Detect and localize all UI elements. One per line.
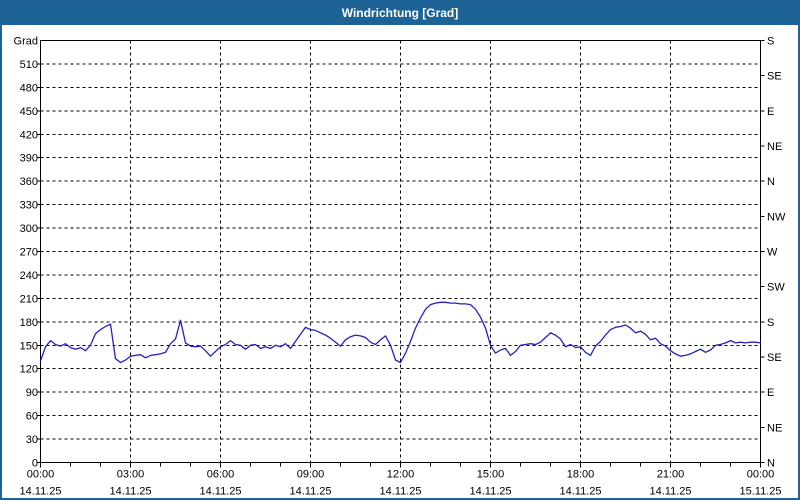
x-axis-time-label: 09:00 <box>297 469 325 481</box>
y-axis-tick-label: 150 <box>20 340 38 352</box>
x-axis-date-label: 14.11.25 <box>199 486 241 498</box>
x-axis-date-label: 14.11.25 <box>379 486 421 498</box>
x-axis-time-label: 18:00 <box>567 469 595 481</box>
y-axis-tick-label: 510 <box>20 59 38 71</box>
x-axis-time-label: 00:00 <box>27 469 55 481</box>
y-axis-tick-label: 90 <box>26 387 38 399</box>
x-axis-time-label: 21:00 <box>657 469 685 481</box>
compass-tick-label: S <box>767 36 774 48</box>
compass-tick-label: SW <box>767 282 785 294</box>
window-titlebar: Windrichtung [Grad] <box>2 2 798 25</box>
compass-tick-label: E <box>767 387 774 399</box>
chart-window: Windrichtung [Grad] 0 30 60 90 120 150 180 210 2… <box>0 0 800 500</box>
wind-direction-chart: 0306090120150180210240270300330360390420… <box>14 36 786 498</box>
compass-tick-label: NW <box>767 211 786 223</box>
compass-tick-label: E <box>767 106 774 118</box>
x-axis-date-label: 14.11.25 <box>469 486 511 498</box>
y-axis-tick-label: 180 <box>20 317 38 329</box>
y-axis-unit-label: Grad <box>14 36 38 48</box>
x-axis-date-label: 14.11.25 <box>109 486 151 498</box>
x-axis-date-label: 14.11.25 <box>559 486 601 498</box>
x-axis-time-label: 12:00 <box>387 469 415 481</box>
y-axis-tick-label: 300 <box>20 223 38 235</box>
compass-tick-label: N <box>767 176 775 188</box>
x-axis-date-label: 14.11.25 <box>649 486 691 498</box>
y-axis-tick-label: 210 <box>20 293 38 305</box>
y-axis-tick-label: 120 <box>20 364 38 376</box>
y-axis-tick-label: 60 <box>26 411 38 423</box>
compass-tick-label: W <box>767 247 778 259</box>
x-axis-time-label: 00:00 <box>747 469 775 481</box>
compass-tick-label: NE <box>767 422 782 434</box>
x-axis-time-label: 15:00 <box>477 469 505 481</box>
y-axis-tick-label: 450 <box>20 106 38 118</box>
y-axis-tick-label: 360 <box>20 176 38 188</box>
y-axis-tick-label: 330 <box>20 200 38 212</box>
x-axis-time-label: 06:00 <box>207 469 235 481</box>
y-axis-tick-label: 480 <box>20 82 38 94</box>
x-axis-date-label: 14.11.25 <box>19 486 61 498</box>
compass-tick-label: S <box>767 317 774 329</box>
y-axis-tick-label: 390 <box>20 153 38 165</box>
y-axis-tick-label: 420 <box>20 129 38 141</box>
window-title: Windrichtung [Grad] <box>341 6 459 20</box>
y-axis-tick-label: 240 <box>20 270 38 282</box>
x-axis-date-label: 14.11.25 <box>289 486 331 498</box>
compass-tick-label: SE <box>767 71 782 83</box>
y-axis-tick-label: 30 <box>26 434 38 446</box>
x-axis-time-label: 03:00 <box>117 469 145 481</box>
compass-tick-label: SE <box>767 352 782 364</box>
x-axis-date-label: 15.11.25 <box>739 486 781 498</box>
y-axis-tick-label: 270 <box>20 247 38 259</box>
compass-tick-label: NE <box>767 141 782 153</box>
